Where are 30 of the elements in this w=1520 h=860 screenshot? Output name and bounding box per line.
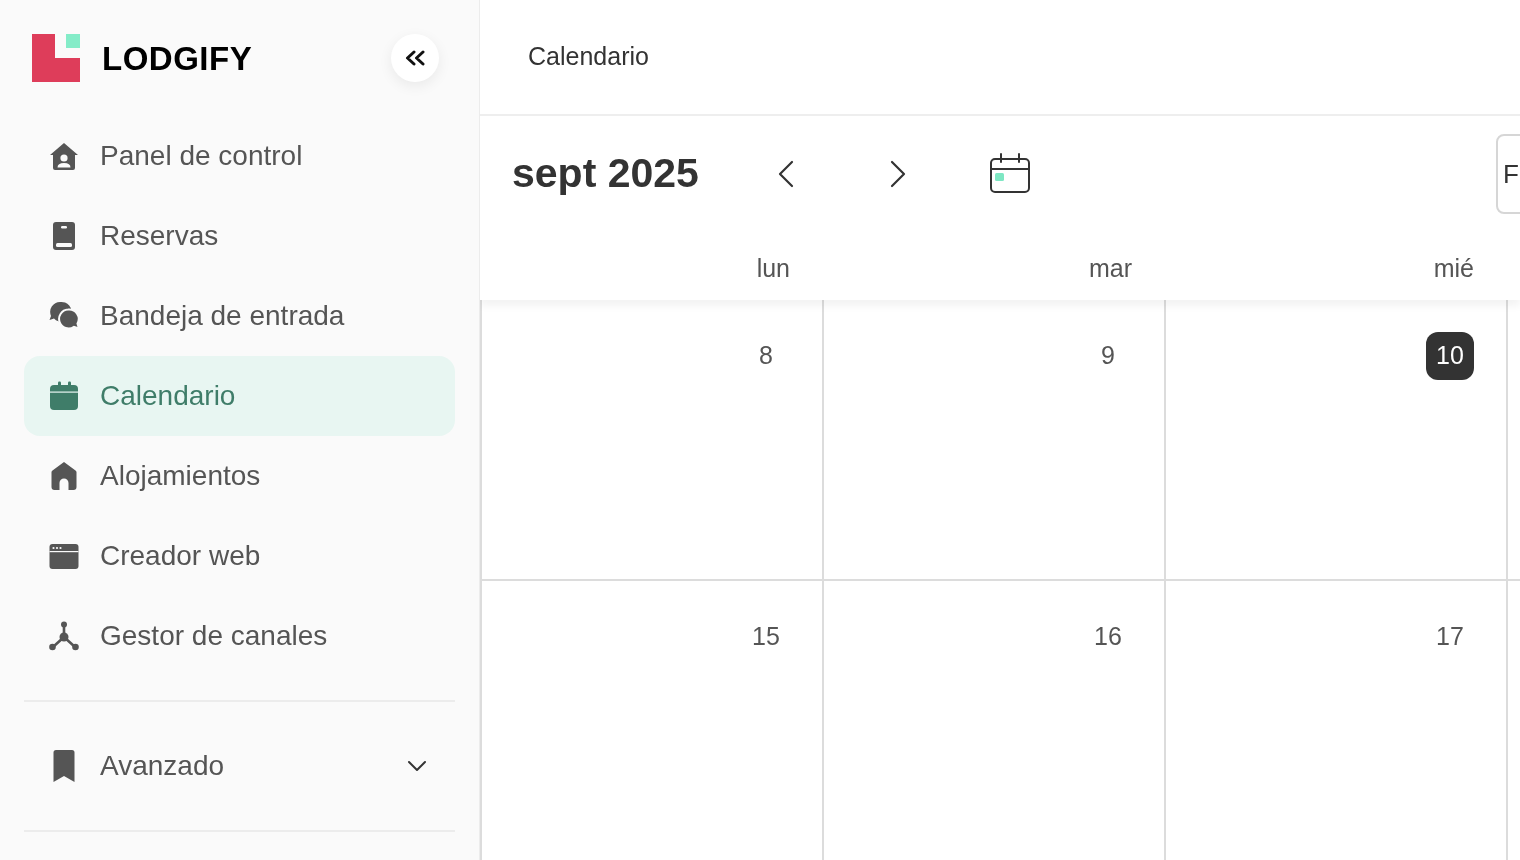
day-number: 8 bbox=[758, 340, 774, 372]
chevron-right-icon bbox=[890, 160, 906, 188]
nav-item[interactable]: Gestor de canales bbox=[24, 596, 455, 676]
day-number: 17 bbox=[1435, 621, 1465, 653]
connected-nodes-icon bbox=[48, 620, 80, 652]
weekday-label: lun bbox=[756, 253, 790, 284]
calendar-today-icon bbox=[989, 153, 1031, 195]
day-number: 15 bbox=[751, 621, 781, 653]
day-number: 10 bbox=[1426, 332, 1474, 380]
advanced-section-toggle[interactable]: Avanzado bbox=[24, 726, 455, 806]
nav-item[interactable]: Creador web bbox=[24, 516, 455, 596]
nav-item[interactable]: Reservas bbox=[24, 196, 455, 276]
weekday-label: mié bbox=[1433, 253, 1474, 284]
nav-item[interactable]: Panel de control bbox=[24, 116, 455, 196]
month-title: sept 2025 bbox=[512, 149, 700, 199]
brand-name: LODGIFY bbox=[102, 41, 253, 75]
day-number: 9 bbox=[1100, 340, 1116, 372]
house-person-icon bbox=[48, 140, 80, 172]
page-title: Calendario bbox=[528, 41, 649, 73]
calendar-icon bbox=[48, 380, 80, 412]
nav-item[interactable]: Calendario bbox=[24, 356, 455, 436]
logo-icon bbox=[32, 34, 80, 82]
double-chevron-left-icon bbox=[404, 50, 426, 66]
day-number: 16 bbox=[1093, 621, 1123, 653]
toolbar-button[interactable]: F bbox=[1496, 134, 1520, 214]
nav-item[interactable]: Bandeja de entrada bbox=[24, 276, 455, 356]
collapse-sidebar-button[interactable] bbox=[391, 34, 439, 82]
weekday-label: mar bbox=[1088, 253, 1132, 284]
nav-item[interactable]: Alojamientos bbox=[24, 436, 455, 516]
chevron-left-icon bbox=[778, 160, 794, 188]
